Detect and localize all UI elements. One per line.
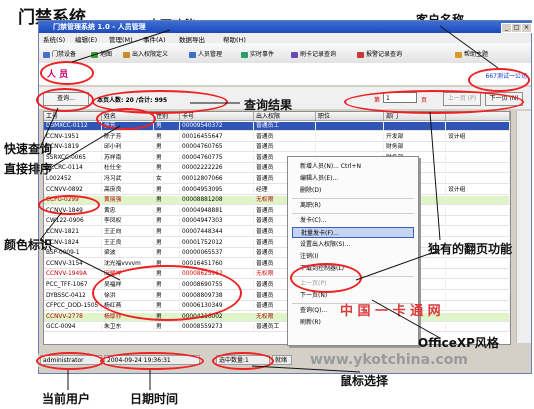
annotation-connectors (39, 25, 499, 390)
